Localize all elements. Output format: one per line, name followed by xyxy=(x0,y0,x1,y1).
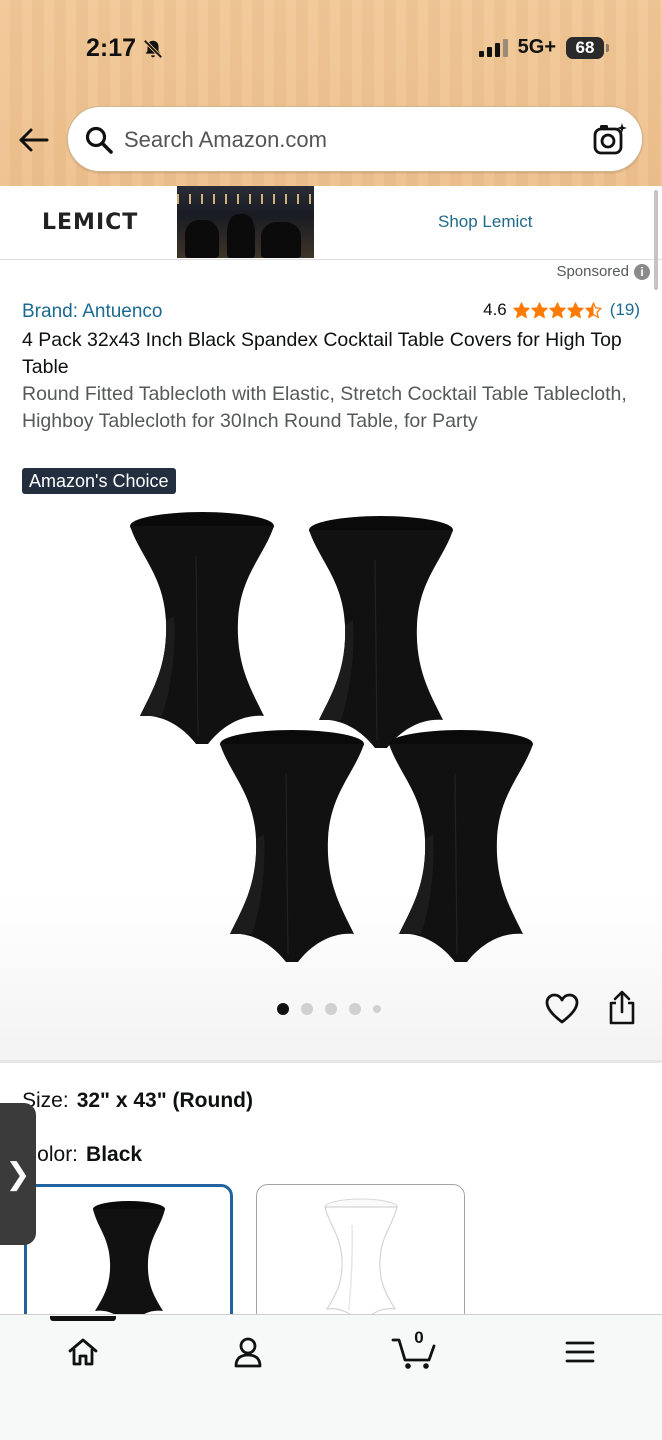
size-value: 32" x 43" (Round) xyxy=(76,1089,253,1112)
shop-brand-link[interactable]: Shop Lemict xyxy=(438,212,533,232)
star-icon xyxy=(549,301,566,318)
carousel-dot[interactable] xyxy=(277,1003,289,1015)
carousel-dot[interactable] xyxy=(373,1005,381,1013)
nav-account[interactable] xyxy=(226,1332,270,1372)
battery-icon: 68 xyxy=(566,36,609,59)
color-value: Black xyxy=(86,1143,143,1166)
section-divider xyxy=(0,1060,662,1063)
cart-count: 0 xyxy=(414,1328,424,1347)
heart-icon[interactable] xyxy=(545,993,579,1025)
status-indicators: 5G+ 68 xyxy=(478,36,609,59)
network-label: 5G+ xyxy=(517,36,556,58)
search-input[interactable] xyxy=(124,121,574,159)
amazons-choice-badge[interactable]: Amazon's Choice xyxy=(22,468,176,494)
side-drawer-tab[interactable]: ❯ xyxy=(0,1103,36,1245)
brand-logo: LEMICT xyxy=(42,210,139,235)
review-count[interactable]: (19) xyxy=(610,300,640,320)
size-selector[interactable]: Size: 32" x 43" (Round) xyxy=(22,1089,253,1113)
product-photo xyxy=(129,511,534,963)
product-title: 4 Pack 32x43 Inch Black Spandex Cocktail… xyxy=(22,329,622,378)
search-icon xyxy=(85,126,113,154)
share-icon[interactable] xyxy=(606,990,638,1026)
rating-summary[interactable]: 4.6 (19) xyxy=(483,300,640,320)
nav-cart[interactable]: 0 xyxy=(390,1328,438,1372)
product-image[interactable] xyxy=(0,500,662,1060)
header-bar: 2:17 5G+ 68 xyxy=(0,0,662,186)
account-icon xyxy=(234,1337,262,1368)
swatch-black-image xyxy=(93,1201,165,1321)
bell-muted-icon xyxy=(143,38,163,59)
brand-link[interactable]: Brand: Antuenco xyxy=(22,301,163,323)
carousel-dot[interactable] xyxy=(301,1003,313,1015)
menu-icon xyxy=(565,1341,595,1363)
banner-image xyxy=(177,186,314,258)
star-icon xyxy=(531,301,548,318)
scrollbar[interactable] xyxy=(654,190,658,290)
active-tab-indicator xyxy=(50,1316,116,1321)
swatch-white-image xyxy=(324,1198,398,1322)
swatch-black[interactable] xyxy=(24,1184,233,1324)
back-arrow-icon[interactable] xyxy=(16,122,52,158)
search-bar[interactable] xyxy=(67,106,643,172)
carousel-dot[interactable] xyxy=(325,1003,337,1015)
nav-menu[interactable] xyxy=(558,1332,602,1372)
info-icon[interactable]: i xyxy=(634,263,650,280)
image-carousel-dots[interactable] xyxy=(277,1003,381,1015)
carousel-dot[interactable] xyxy=(349,1003,361,1015)
signal-icon xyxy=(478,38,508,57)
color-selector[interactable]: Color: Black xyxy=(22,1143,142,1167)
nav-home[interactable] xyxy=(61,1332,105,1372)
star-icon xyxy=(567,301,584,318)
star-rating xyxy=(513,301,602,319)
product-subtitle: Round Fitted Tablecloth with Elastic, St… xyxy=(22,383,627,432)
star-icon xyxy=(513,301,530,318)
status-time: 2:17 xyxy=(86,34,164,63)
star-icon xyxy=(585,301,602,318)
home-icon xyxy=(68,1338,98,1366)
camera-icon[interactable] xyxy=(592,121,628,157)
sponsored-label[interactable]: Sponsored i xyxy=(556,263,650,280)
sponsored-banner[interactable]: LEMICT xyxy=(0,186,662,260)
swatch-white[interactable] xyxy=(256,1184,465,1324)
rating-value: 4.6 xyxy=(483,300,507,319)
